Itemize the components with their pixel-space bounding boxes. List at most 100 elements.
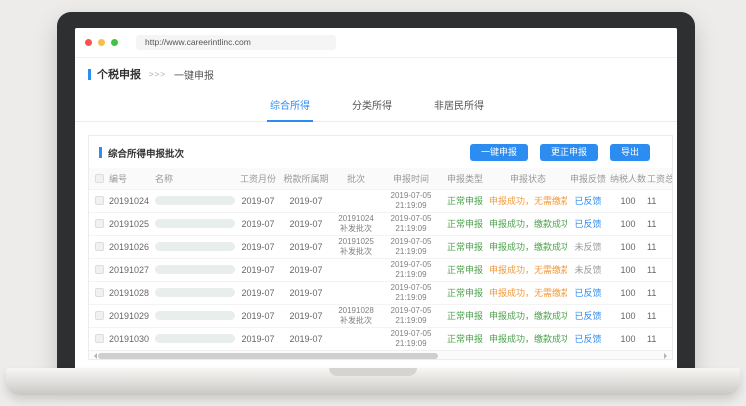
- cell-declare-type: 正常申报: [441, 304, 489, 327]
- cell-declare-status: 申报成功，缴款成功: [489, 235, 567, 258]
- address-bar[interactable]: http://www.careerintlinc.com: [136, 35, 336, 50]
- row-checkbox[interactable]: [95, 334, 104, 343]
- cell-batch: [331, 189, 381, 212]
- cell-declare-type: 正常申报: [441, 235, 489, 258]
- table-row: 20191030 2019-07 2019-07 2019-07-0521:19…: [89, 327, 672, 350]
- table-row: 20191028 2019-07 2019-07 2019-07-0521:19…: [89, 281, 672, 304]
- cell-declare-feedback[interactable]: 已反馈: [567, 212, 609, 235]
- laptop-frame: http://www.careerintlinc.com 个税申报 >>> 一键…: [57, 12, 695, 370]
- cell-clipped: 11: [647, 304, 672, 327]
- horizontal-scrollbar[interactable]: [89, 350, 672, 359]
- table-row: 20191029 2019-07 2019-07 20191028补发批次 20…: [89, 304, 672, 327]
- cell-declare-feedback[interactable]: 已反馈: [567, 281, 609, 304]
- cell-clipped: 11: [647, 212, 672, 235]
- cell-name: [155, 189, 235, 212]
- panel-accent-bar: [99, 147, 102, 158]
- browser-toolbar: http://www.careerintlinc.com: [75, 28, 677, 58]
- row-checkbox[interactable]: [95, 288, 104, 297]
- laptop-base: [6, 368, 740, 395]
- cell-taxpayer-count: 100: [609, 212, 647, 235]
- tab-nonresident-income[interactable]: 非居民所得: [431, 91, 487, 121]
- cell-taxpayer-count: 100: [609, 258, 647, 281]
- cell-declare-type: 正常申报: [441, 258, 489, 281]
- cell-name: [155, 304, 235, 327]
- cell-salary-month: 2019-07: [235, 235, 281, 258]
- cell-id: 20191029: [109, 304, 155, 327]
- batch-table-container: 编号 名称 工资月份 税款所属期 批次 申报时间 申报类型 申报状态 申报反馈 …: [89, 168, 672, 350]
- cell-salary-month: 2019-07: [235, 189, 281, 212]
- one-click-declare-button[interactable]: 一键申报: [470, 144, 528, 161]
- cell-batch: [331, 281, 381, 304]
- laptop-base-notch: [329, 368, 417, 376]
- cell-clipped: 11: [647, 327, 672, 350]
- close-window-icon[interactable]: [85, 39, 92, 46]
- cell-declare-status: 申报成功，缴款成功: [489, 212, 567, 235]
- cell-tax-period: 2019-07: [281, 327, 331, 350]
- cell-declare-type: 正常申报: [441, 327, 489, 350]
- cell-declare-feedback[interactable]: 已反馈: [567, 304, 609, 327]
- cell-clipped: 11: [647, 281, 672, 304]
- correction-declare-button[interactable]: 更正申报: [540, 144, 598, 161]
- cell-tax-period: 2019-07: [281, 189, 331, 212]
- name-placeholder: [155, 196, 235, 205]
- row-checkbox[interactable]: [95, 219, 104, 228]
- name-placeholder: [155, 265, 235, 274]
- breadcrumb-section: 个税申报: [97, 66, 141, 82]
- cell-declare-time: 2019-07-0521:19:09: [381, 327, 441, 350]
- select-all-cell: [89, 168, 109, 189]
- select-all-checkbox[interactable]: [95, 174, 104, 183]
- cell-declare-status: 申报成功，缴款成功: [489, 327, 567, 350]
- cell-declare-feedback[interactable]: 已反馈: [567, 327, 609, 350]
- row-checkbox[interactable]: [95, 265, 104, 274]
- cell-taxpayer-count: 100: [609, 327, 647, 350]
- name-placeholder: [155, 288, 235, 297]
- cell-declare-status: 申报成功，缴款成功: [489, 304, 567, 327]
- row-checkbox[interactable]: [95, 242, 104, 251]
- name-placeholder: [155, 219, 235, 228]
- cell-clipped: 11: [647, 235, 672, 258]
- cell-taxpayer-count: 100: [609, 189, 647, 212]
- export-button[interactable]: 导出: [610, 144, 650, 161]
- income-type-tabs: 综合所得 分类所得 非居民所得: [75, 91, 677, 122]
- cell-salary-month: 2019-07: [235, 212, 281, 235]
- cell-declare-status: 申报成功，无需缴款: [489, 258, 567, 281]
- col-declare-time: 申报时间: [381, 168, 441, 189]
- maximize-window-icon[interactable]: [111, 39, 118, 46]
- cell-declare-feedback: 未反馈: [567, 235, 609, 258]
- cell-tax-period: 2019-07: [281, 235, 331, 258]
- tab-classified-income[interactable]: 分类所得: [349, 91, 395, 121]
- batch-table: 编号 名称 工资月份 税款所属期 批次 申报时间 申报类型 申报状态 申报反馈 …: [89, 168, 672, 350]
- cell-declare-time: 2019-07-0521:19:09: [381, 281, 441, 304]
- cell-declare-status: 申报成功，无需缴款: [489, 281, 567, 304]
- cell-declare-time: 2019-07-0521:19:09: [381, 212, 441, 235]
- cell-taxpayer-count: 100: [609, 235, 647, 258]
- col-taxpayer-count: 纳税人数: [609, 168, 647, 189]
- scroll-right-icon[interactable]: [664, 353, 670, 359]
- cell-declare-feedback[interactable]: 已反馈: [567, 189, 609, 212]
- cell-clipped: 11: [647, 258, 672, 281]
- name-placeholder: [155, 311, 235, 320]
- cell-tax-period: 2019-07: [281, 304, 331, 327]
- cell-name: [155, 281, 235, 304]
- scrollbar-thumb[interactable]: [98, 353, 438, 359]
- table-row: 20191024 2019-07 2019-07 2019-07-0521:19…: [89, 189, 672, 212]
- cell-declare-type: 正常申报: [441, 281, 489, 304]
- tab-comprehensive-income[interactable]: 综合所得: [267, 91, 313, 122]
- panel-actions: 一键申报 更正申报 导出: [470, 144, 650, 161]
- cell-tax-period: 2019-07: [281, 212, 331, 235]
- cell-id: 20191026: [109, 235, 155, 258]
- cell-taxpayer-count: 100: [609, 281, 647, 304]
- scroll-left-icon[interactable]: [91, 353, 97, 359]
- row-checkbox[interactable]: [95, 311, 104, 320]
- cell-id: 20191030: [109, 327, 155, 350]
- col-declare-status: 申报状态: [489, 168, 567, 189]
- cell-batch: 20191028补发批次: [331, 304, 381, 327]
- cell-name: [155, 235, 235, 258]
- cell-batch: 20191024补发批次: [331, 212, 381, 235]
- cell-id: 20191025: [109, 212, 155, 235]
- row-checkbox[interactable]: [95, 196, 104, 205]
- breadcrumb-current-page: 一键申报: [174, 67, 214, 82]
- minimize-window-icon[interactable]: [98, 39, 105, 46]
- cell-id: 20191024: [109, 189, 155, 212]
- col-name: 名称: [155, 168, 235, 189]
